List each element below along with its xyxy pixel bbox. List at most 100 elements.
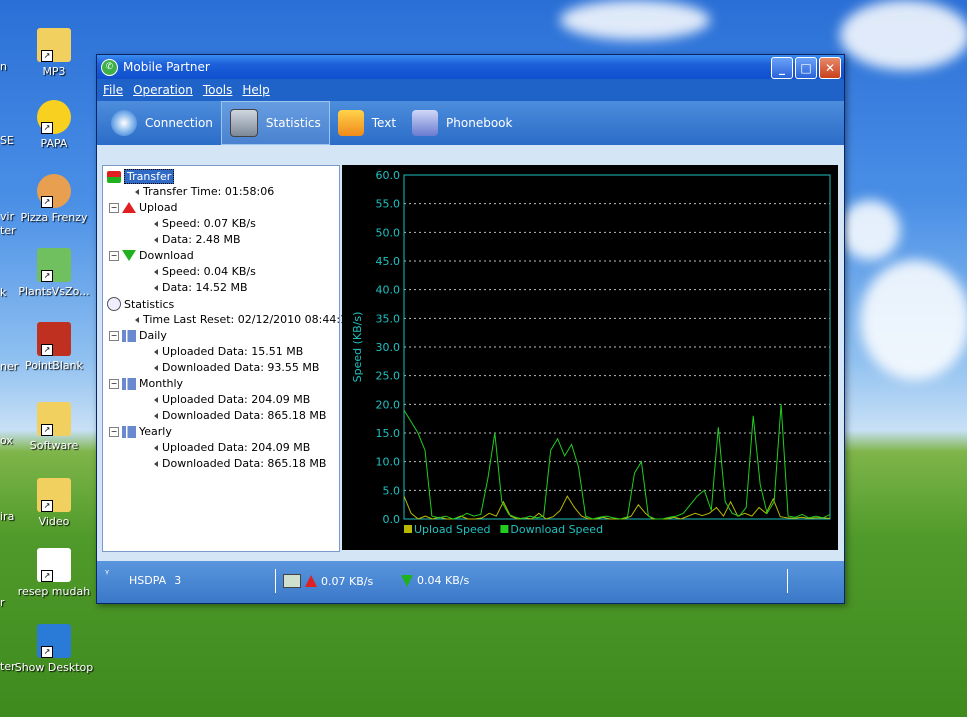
- collapse-icon[interactable]: −: [109, 250, 119, 261]
- collapse-icon[interactable]: −: [109, 426, 119, 437]
- papa-icon: ↗: [37, 100, 71, 134]
- title-bar[interactable]: ✆ Mobile Partner _ □ ✕: [97, 55, 844, 79]
- cloud: [840, 200, 900, 260]
- tab-label: Phonebook: [446, 116, 513, 130]
- tab-label: Connection: [145, 116, 213, 130]
- desktop-icon-label-partial: r: [0, 596, 5, 609]
- collapse-icon[interactable]: −: [109, 378, 119, 389]
- shortcut-arrow-icon: ↗: [41, 500, 53, 512]
- y-tick-label: 20.0: [376, 398, 401, 411]
- maximize-button[interactable]: □: [795, 57, 817, 79]
- collapse-icon[interactable]: −: [109, 202, 119, 213]
- tree-leaf: Downloaded Data: 865.18 MB: [154, 457, 326, 470]
- desktop-icon-label: Software: [29, 439, 79, 452]
- shortcut-arrow-icon: ↗: [41, 270, 53, 282]
- desktop-icon-label-partial: n: [0, 60, 7, 73]
- speed-chart-svg: 60.0 55.0 50.0 45.0 40.0 35.0 30.0 25.0 20.0 15.0…: [351, 169, 831, 536]
- y-tick-label: 50.0: [376, 226, 401, 239]
- tree-leaf: Transfer Time: 01:58:06: [135, 185, 274, 198]
- shortcut-arrow-icon: ↗: [41, 122, 53, 134]
- app-icon: ✆: [101, 58, 118, 76]
- plants-vs-zombies-shortcut[interactable]: ↗ PlantsVsZo...: [14, 248, 94, 298]
- software-folder[interactable]: ↗ Software: [14, 402, 94, 452]
- menu-help[interactable]: Help: [242, 83, 269, 97]
- tree-node-transfer[interactable]: Transfer: [107, 169, 175, 184]
- network-type: HSDPA: [129, 574, 167, 587]
- legend-swatch: [500, 525, 509, 533]
- mp3-icon: ↗: [37, 28, 71, 62]
- tree-node-monthly[interactable]: − Monthly: [109, 377, 183, 390]
- upload-arrow-icon: [122, 202, 136, 213]
- y-tick-label: 15.0: [376, 427, 401, 440]
- tree-node-daily[interactable]: − Daily: [109, 329, 167, 342]
- tab-phonebook[interactable]: Phonebook: [404, 102, 520, 144]
- network-status: HSDPA 3: [129, 574, 181, 587]
- shortcut-arrow-icon: ↗: [41, 570, 53, 582]
- tree-node-yearly[interactable]: − Yearly: [109, 425, 172, 438]
- shortcut-arrow-icon: ↗: [41, 344, 53, 356]
- tree-leaf: Data: 14.52 MB: [154, 281, 248, 294]
- desktop-icon-label-partial: ira: [0, 510, 15, 523]
- desktop-icon-label: PointBlank: [25, 359, 83, 372]
- plot-frame: [403, 174, 831, 520]
- tree-leaf: Uploaded Data: 15.51 MB: [154, 345, 303, 358]
- resep-mudah-file[interactable]: ↗ resep mudah: [14, 548, 94, 598]
- speed-chart: 60.0 55.0 50.0 45.0 40.0 35.0 30.0 25.0 20.0 15.0…: [342, 165, 838, 550]
- close-button[interactable]: ✕: [819, 57, 841, 79]
- pizza-frenzy-shortcut[interactable]: ↗ Pizza Frenzy: [14, 174, 94, 224]
- y-tick-label: 5.0: [383, 484, 401, 497]
- pointblank-shortcut[interactable]: ↗ PointBlank: [14, 322, 94, 372]
- bar-chart-icon: [122, 329, 136, 342]
- menu-operation[interactable]: Operation: [133, 83, 193, 97]
- tree-node-upload[interactable]: − Upload: [109, 201, 178, 214]
- bar-chart-icon: [122, 377, 136, 390]
- y-tick-label: 60.0: [376, 169, 401, 182]
- desktop-icon-label-partial: ox: [0, 434, 13, 447]
- shortcut-arrow-icon: ↗: [41, 424, 53, 436]
- menu-file[interactable]: File: [103, 83, 123, 97]
- desktop-icon-label: Video: [38, 515, 70, 528]
- toolbar: Connection Statistics Text Phonebook: [97, 101, 844, 145]
- tree-node-statistics[interactable]: Statistics: [107, 297, 174, 311]
- plants-vs-zombies-icon: ↗: [37, 248, 71, 282]
- desktop-icon-label-partial: k: [0, 286, 7, 299]
- signal-icon: ᵞ: [105, 567, 110, 580]
- desktop-icon-label-partial: vir: [0, 210, 15, 223]
- upload-status: 0.07 KB/s: [283, 574, 373, 588]
- tree-leaf: Speed: 0.04 KB/s: [154, 265, 256, 278]
- shortcut-arrow-icon: ↗: [41, 196, 53, 208]
- status-bar: ᵞ HSDPA 3 0.07 KB/s 0.04 KB/s: [97, 561, 844, 603]
- desktop-icon-label: resep mudah: [17, 585, 91, 598]
- tree-node-download[interactable]: − Download: [109, 249, 194, 262]
- tab-statistics[interactable]: Statistics: [220, 101, 330, 145]
- tree-leaf: Data: 2.48 MB: [154, 233, 241, 246]
- mp3-folder[interactable]: ↗ MP3: [14, 28, 94, 78]
- show-desktop-icon: ↗: [37, 624, 71, 658]
- tab-label: Statistics: [265, 116, 321, 130]
- pointblank-icon: ↗: [37, 322, 71, 356]
- legend-swatch: [404, 525, 412, 533]
- desktop-icon-label: PlantsVsZo...: [18, 285, 90, 298]
- tab-label: Text: [371, 116, 397, 130]
- tree-label: Statistics: [124, 297, 175, 311]
- upload-arrow-icon: [305, 575, 317, 587]
- desktop-icon-label-partial: SE: [0, 134, 14, 147]
- desktop-icon-label: PAPA: [40, 137, 68, 150]
- tree-leaf: Downloaded Data: 93.55 MB: [154, 361, 319, 374]
- video-folder[interactable]: ↗ Video: [14, 478, 94, 528]
- tree-leaf: Speed: 0.07 KB/s: [154, 217, 256, 230]
- main-area: Transfer Transfer Time: 01:58:06 − Uploa…: [102, 165, 838, 552]
- minimize-button[interactable]: _: [771, 57, 793, 79]
- bar-chart-icon: [122, 425, 136, 438]
- tree-label: Transfer: [124, 169, 175, 184]
- papa-shortcut[interactable]: ↗ PAPA: [14, 100, 94, 150]
- connection-status-icon: [283, 574, 301, 588]
- collapse-icon[interactable]: −: [109, 330, 119, 341]
- connection-icon: [111, 110, 137, 136]
- tab-text[interactable]: Text: [330, 102, 404, 144]
- cloud: [840, 0, 967, 70]
- download-status: 0.04 KB/s: [401, 574, 469, 587]
- tab-connection[interactable]: Connection: [103, 102, 221, 144]
- menu-tools[interactable]: Tools: [203, 83, 233, 97]
- show-desktop-shortcut[interactable]: ↗ Show Desktop: [14, 624, 94, 674]
